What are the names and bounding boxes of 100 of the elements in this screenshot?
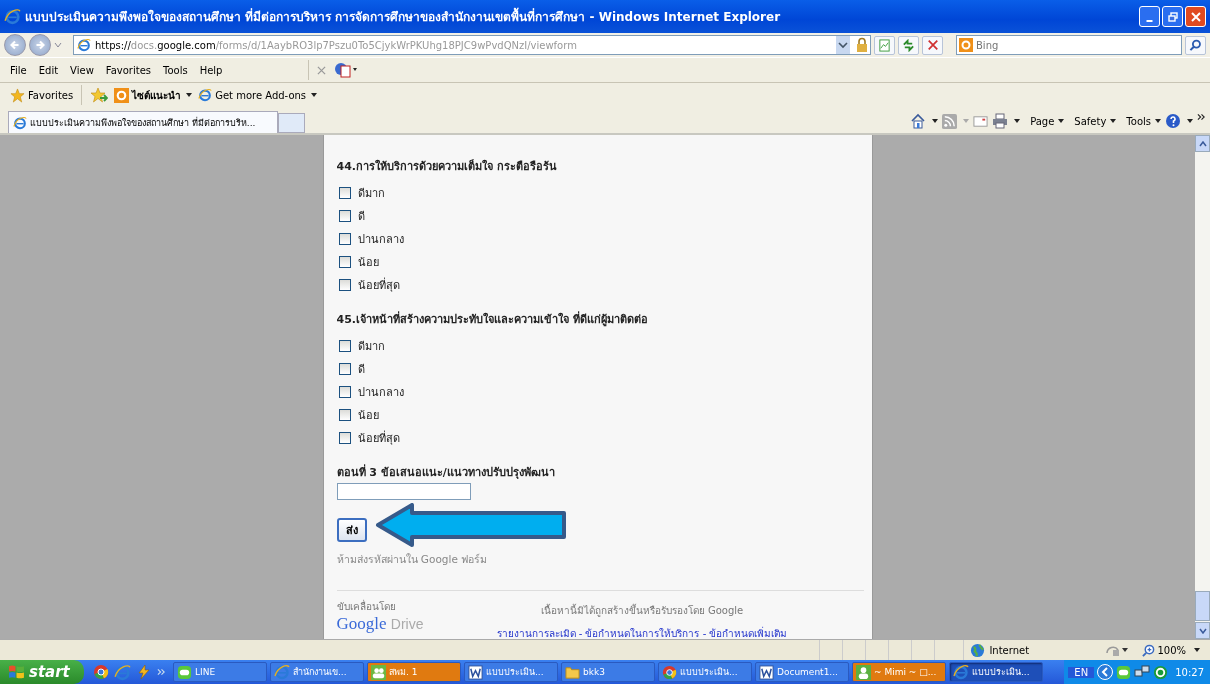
favorites-button[interactable]: Favorites xyxy=(10,87,74,103)
zoom-icon xyxy=(1142,643,1156,657)
option-label: ปานกลาง xyxy=(357,384,404,401)
checkbox[interactable] xyxy=(338,408,351,421)
menu-item[interactable]: Help xyxy=(193,64,229,76)
browser-icon xyxy=(198,88,213,102)
browser-icon xyxy=(4,8,21,25)
command-menu[interactable]: Tools xyxy=(1126,115,1161,127)
google-drive-logo: Google Drive xyxy=(336,614,425,634)
network-icon[interactable] xyxy=(1134,664,1151,680)
browser-icon xyxy=(953,664,969,680)
taskbar-button[interactable]: Document1... xyxy=(755,662,849,682)
checkbox[interactable] xyxy=(338,186,351,199)
menu-item[interactable]: View xyxy=(64,64,100,76)
option-label: น้อย xyxy=(357,254,379,271)
caret-icon[interactable] xyxy=(932,119,939,123)
link-separator: - xyxy=(701,628,708,639)
taskbar-button[interactable]: แบบประเมิน... xyxy=(949,662,1043,682)
checkbox[interactable] xyxy=(338,339,351,352)
scroll-down-icon xyxy=(1198,627,1207,634)
browser-icon[interactable] xyxy=(93,664,109,680)
restore-button[interactable] xyxy=(1162,6,1183,27)
search-field[interactable]: Bing xyxy=(956,35,1182,55)
checkbox[interactable] xyxy=(338,209,351,222)
answer-box[interactable] xyxy=(336,483,471,500)
search-icon xyxy=(1189,38,1202,52)
disclaimer-text: เนื้อหานี้มิได้ถูกสร้างขึ้นหรือรับรองโดย Google xyxy=(540,603,744,618)
taskbar-button[interactable]: bkk3 xyxy=(561,662,655,682)
footer-link[interactable]: ข้อกำหนดในการให้บริการ xyxy=(585,628,700,639)
back-arrow-icon xyxy=(8,38,22,52)
checkbox[interactable] xyxy=(338,431,351,444)
search-button[interactable] xyxy=(1185,35,1206,55)
minimize-button[interactable] xyxy=(1139,6,1160,27)
padlock-icon[interactable] xyxy=(854,37,870,53)
ring-icon[interactable] xyxy=(1153,664,1169,680)
caret-icon[interactable] xyxy=(1014,119,1021,123)
browser-icon xyxy=(662,664,677,680)
checkbox[interactable] xyxy=(338,362,351,375)
globe-icon xyxy=(970,642,986,658)
restore-icon xyxy=(1167,11,1178,22)
protected-mode-icon[interactable] xyxy=(1106,643,1129,657)
caret-icon[interactable] xyxy=(186,93,193,97)
caret-icon[interactable] xyxy=(1187,119,1193,123)
back-button[interactable] xyxy=(4,34,26,56)
checkbox[interactable] xyxy=(338,232,351,245)
favorites-bar-item[interactable]: ไซต์แนะนำ xyxy=(114,87,193,103)
help-icon[interactable] xyxy=(1165,113,1181,129)
document-icon xyxy=(468,664,483,680)
chat-icon[interactable] xyxy=(1116,664,1132,680)
footer-link[interactable]: รายงานการละเมิด xyxy=(496,628,576,639)
refresh-button[interactable] xyxy=(898,35,919,55)
browser-icon xyxy=(274,664,290,680)
expand-tray-icon[interactable] xyxy=(1097,664,1114,680)
command-menu[interactable]: Page xyxy=(1030,115,1065,127)
dropdown-caret-icon[interactable] xyxy=(54,41,62,49)
window-title: แบบประเมินความพึงพอใจของสถานศึกษา ที่มีต่อการบริหาร การจัดการศึกษาของสำนักงานเขตพื้นที่การศึกษา - Windows Internet Explorer xyxy=(25,7,1135,26)
menu-item[interactable]: Edit xyxy=(32,64,65,76)
taskbar-button[interactable]: แบบประเมิน... xyxy=(464,662,558,682)
chevron-icon[interactable] xyxy=(1197,113,1206,121)
command-menu[interactable]: Safety xyxy=(1074,115,1117,127)
printer-icon[interactable] xyxy=(992,113,1009,129)
address-field[interactable]: https://docs.google.com/forms/d/1AaybRO3lp7Pszu0To5CjykWrPKUhg18PJC9wPvdQNzI/viewform xyxy=(73,35,871,55)
scroll-thumb[interactable] xyxy=(1195,591,1210,621)
checkbox[interactable] xyxy=(338,278,351,291)
zoom-level[interactable]: 100% xyxy=(1134,643,1186,657)
page-icon xyxy=(878,38,891,52)
favorites-bar-item[interactable]: Get more Add-ons xyxy=(198,88,318,102)
checkbox[interactable] xyxy=(338,255,351,268)
stop-button[interactable] xyxy=(922,35,943,55)
menu-item[interactable]: Favorites xyxy=(99,64,157,76)
menu-item[interactable]: File xyxy=(4,64,33,76)
option-label: น้อยที่สุด xyxy=(357,429,400,447)
clock: 10:27 xyxy=(1175,666,1204,678)
pdf-icon[interactable] xyxy=(334,62,359,78)
dropdown-caret-icon[interactable] xyxy=(836,36,850,54)
question-title: 44.การให้บริการด้วยความเต็มใจ กระตือรือร้น xyxy=(336,158,557,175)
close-button[interactable] xyxy=(1185,6,1206,27)
checkbox[interactable] xyxy=(338,385,351,398)
scrollbar[interactable] xyxy=(1195,135,1210,639)
add-favorite-icon[interactable] xyxy=(90,87,109,103)
forward-button[interactable] xyxy=(29,34,51,56)
home-icon[interactable] xyxy=(910,113,927,129)
browser-tab[interactable]: แบบประเมินความพึงพอใจของสถานศึกษา ที่มีต่อการบริห... xyxy=(8,111,278,133)
caret-icon[interactable] xyxy=(311,93,318,97)
caret-icon xyxy=(1155,119,1161,123)
lightning-icon[interactable] xyxy=(136,664,152,680)
option-label: น้อย xyxy=(357,407,379,424)
menu-item[interactable]: Tools xyxy=(157,64,194,76)
option-label: ดีมาก xyxy=(357,185,385,202)
link-separator: - xyxy=(577,628,584,639)
star-icon xyxy=(10,87,25,103)
language-indicator[interactable]: EN xyxy=(1068,666,1095,678)
footer-link[interactable]: ข้อกำหนดเพิ่มเติม xyxy=(709,628,788,639)
taskbar-button[interactable]: สำนักงานเข... xyxy=(270,662,364,682)
submit-button[interactable]: ส่ง xyxy=(336,518,367,542)
taskbar-button[interactable]: LINE xyxy=(173,662,267,682)
caret-icon[interactable] xyxy=(1194,648,1200,652)
search-engine-icon xyxy=(114,87,130,103)
taskbar-button[interactable]: แบบประเมิน... xyxy=(658,662,752,682)
windows-logo-icon xyxy=(8,663,25,681)
